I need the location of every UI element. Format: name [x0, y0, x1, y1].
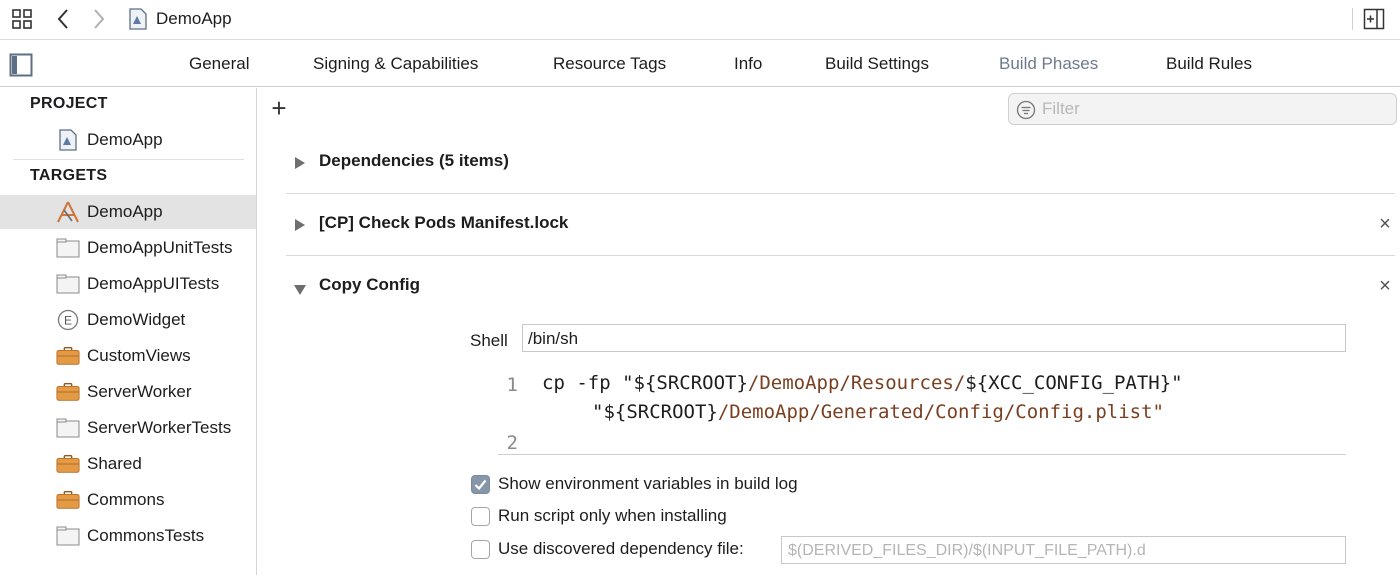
- svg-text:E: E: [64, 314, 72, 328]
- remove-phase-close-icon[interactable]: ×: [1375, 276, 1395, 296]
- code-command: cp -fp: [542, 372, 623, 394]
- sidebar-item-label: CommonsTests: [87, 526, 205, 545]
- extension-icon: E: [56, 309, 80, 331]
- sidebar-item-label: CustomViews: [87, 346, 191, 365]
- disclosure-triangle-collapsed-icon[interactable]: [294, 217, 306, 231]
- build-phases-editor: + Dependencies (5 items) [CP] Check Pods…: [258, 88, 1400, 575]
- phase-title: [CP] Check Pods Manifest.lock: [319, 213, 569, 232]
- sidebar-toggle-icon[interactable]: [9, 53, 33, 77]
- sidebar-item-label: Commons: [87, 490, 165, 509]
- tab-build-phases[interactable]: Build Phases: [999, 54, 1098, 74]
- filter-input[interactable]: [1042, 98, 1382, 120]
- sidebar-item-label: DemoWidget: [87, 310, 186, 329]
- disclosure-triangle-expanded-icon[interactable]: [293, 281, 306, 295]
- line-number: 1: [506, 374, 518, 396]
- inspector-toggle-icon[interactable]: [1362, 7, 1386, 31]
- option-label: Use discovered dependency file:: [498, 539, 744, 558]
- test-bundle-icon: [56, 417, 80, 439]
- tab-info[interactable]: Info: [734, 54, 762, 74]
- sidebar-item-label: ServerWorker: [87, 382, 192, 401]
- dependency-file-input[interactable]: [788, 541, 1338, 561]
- toolbar-divider: [1352, 8, 1353, 30]
- checkmark-icon: [474, 479, 487, 490]
- option-label: Show environment variables in build log: [498, 474, 798, 493]
- sidebar-item-project-demoapp[interactable]: DemoApp: [0, 123, 256, 157]
- sidebar-divider: [13, 159, 244, 160]
- code-string: "${SRCROOT}: [622, 372, 748, 394]
- sidebar-item-target-serverworkertests[interactable]: ServerWorkerTests: [0, 411, 256, 445]
- sidebar-item-target-serverworker[interactable]: ServerWorker: [0, 375, 256, 409]
- shell-input[interactable]: [528, 328, 1338, 349]
- app-target-icon: [56, 201, 80, 223]
- project-section-header: PROJECT: [30, 95, 108, 112]
- related-items-grid-icon[interactable]: [10, 7, 34, 31]
- tab-build-rules[interactable]: Build Rules: [1166, 54, 1252, 74]
- tab-build-settings[interactable]: Build Settings: [825, 54, 929, 74]
- sidebar-item-label: ServerWorkerTests: [87, 418, 232, 437]
- code-line-1-wrapped[interactable]: "${SRCROOT}/DemoApp/Generated/Config/Con…: [592, 401, 1164, 423]
- sidebar-item-target-commons[interactable]: Commons: [0, 483, 256, 517]
- sidebar-item-target-commonstests[interactable]: CommonsTests: [0, 519, 256, 553]
- run-install-checkbox[interactable]: [471, 506, 490, 526]
- phase-title: Dependencies (5 items): [319, 151, 509, 170]
- dep-file-checkbox[interactable]: [471, 539, 490, 559]
- sidebar-item-target-demoappuitests[interactable]: DemoAppUITests: [0, 267, 256, 301]
- option-run-only-installing[interactable]: Run script only when installing: [471, 505, 727, 527]
- sidebar-item-label: Shared: [87, 454, 142, 473]
- sidebar-item-target-demowidget[interactable]: E DemoWidget: [0, 303, 256, 337]
- sidebar-item-label: DemoApp: [87, 202, 163, 221]
- sidebar-item-target-demoapp[interactable]: DemoApp: [0, 195, 256, 229]
- code-line-1[interactable]: cp -fp "${SRCROOT}/DemoApp/Resources/${X…: [542, 372, 1183, 394]
- option-show-env-vars[interactable]: Show environment variables in build log: [471, 473, 798, 495]
- sidebar-item-target-shared[interactable]: Shared: [0, 447, 256, 481]
- project-file-icon: [128, 7, 148, 31]
- chevron-right-icon[interactable]: [88, 6, 110, 32]
- sidebar-item-label: DemoApp: [87, 130, 163, 149]
- test-bundle-icon: [56, 237, 80, 259]
- chevron-left-icon[interactable]: [52, 6, 74, 32]
- tab-signing-capabilities[interactable]: Signing & Capabilities: [313, 54, 478, 74]
- phase-check-pods-manifest[interactable]: [CP] Check Pods Manifest.lock ×: [286, 194, 1395, 256]
- option-label: Run script only when installing: [498, 506, 727, 525]
- tab-resource-tags[interactable]: Resource Tags: [553, 54, 666, 74]
- code-path: /DemoApp/Resources/: [747, 372, 966, 394]
- script-editor[interactable]: 1 cp -fp "${SRCROOT}/DemoApp/Resources/$…: [498, 368, 1346, 454]
- show-env-checkbox[interactable]: [471, 474, 490, 494]
- code-path: /DemoApp/Generated/Config/Config.plist": [717, 401, 1164, 423]
- framework-icon: [56, 345, 80, 367]
- phase-title: Copy Config: [319, 275, 421, 294]
- phase-copy-config[interactable]: Copy Config ×: [286, 256, 1395, 318]
- sidebar-item-label: DemoAppUITests: [87, 274, 220, 293]
- disclosure-triangle-collapsed-icon[interactable]: [294, 155, 306, 169]
- breadcrumb-title[interactable]: DemoApp: [156, 9, 232, 29]
- filter-field[interactable]: [1008, 93, 1397, 125]
- framework-icon: [56, 453, 80, 475]
- dependency-file-field[interactable]: [781, 536, 1346, 564]
- filter-icon: [1016, 100, 1036, 120]
- editor-tab-bar: General Signing & Capabilities Resource …: [0, 41, 1400, 87]
- add-build-phase-button[interactable]: +: [268, 95, 290, 122]
- tab-general[interactable]: General: [189, 54, 249, 74]
- option-discovered-dependency[interactable]: Use discovered dependency file:: [471, 538, 744, 560]
- toolbar: DemoApp: [0, 0, 1400, 40]
- targets-section-header: TARGETS: [30, 167, 108, 184]
- code-string: "${SRCROOT}: [592, 401, 718, 423]
- shell-field[interactable]: [522, 324, 1346, 352]
- script-editor-divider: [498, 454, 1346, 455]
- sidebar-item-target-demoappunittests[interactable]: DemoAppUnitTests: [0, 231, 256, 265]
- line-number: 2: [506, 432, 518, 454]
- test-bundle-icon: [56, 273, 80, 295]
- remove-phase-close-icon[interactable]: ×: [1375, 214, 1395, 234]
- framework-icon: [56, 381, 80, 403]
- sidebar-item-label: DemoAppUnitTests: [87, 238, 233, 257]
- phase-dependencies[interactable]: Dependencies (5 items): [286, 132, 1395, 194]
- sidebar-item-target-customviews[interactable]: CustomViews: [0, 339, 256, 373]
- test-bundle-icon: [56, 525, 80, 547]
- code-string: ${XCC_CONFIG_PATH}": [965, 372, 1183, 394]
- framework-icon: [56, 489, 80, 511]
- project-target-sidebar: PROJECT DemoApp TARGETS DemoApp DemoAppU…: [0, 88, 257, 575]
- project-file-icon: [56, 129, 80, 151]
- shell-label: Shell: [470, 331, 508, 350]
